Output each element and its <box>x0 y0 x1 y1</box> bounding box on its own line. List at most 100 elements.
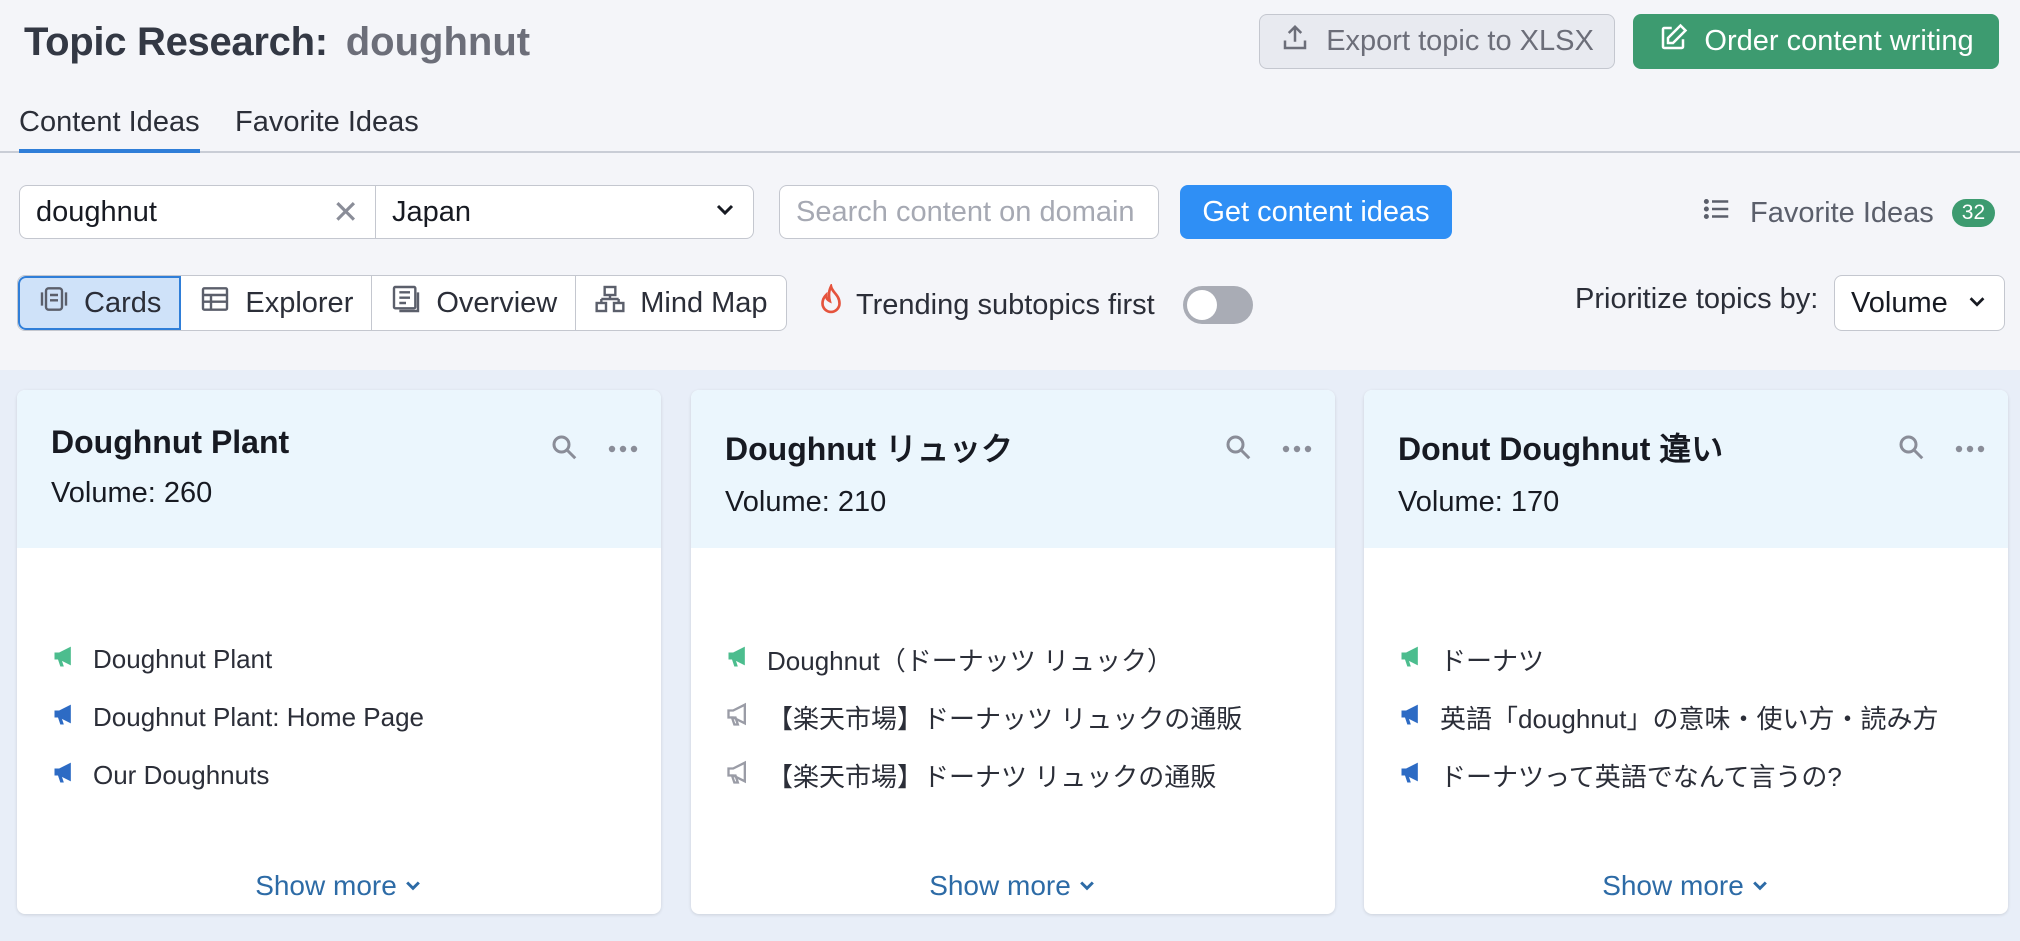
view-mindmap-button[interactable]: Mind Map <box>576 276 785 330</box>
headline-item[interactable]: Our Doughnuts <box>51 746 424 804</box>
show-more-link[interactable]: Show more <box>17 870 661 902</box>
headline-list: ドーナツ 英語「doughnut」の意味・使い方・読み方 ドーナツって英語でなん… <box>1398 630 1938 804</box>
volume-label: Volume: <box>1398 486 1503 518</box>
headline-list: Doughnut（ドーナッツ リュック） 【楽天市場】ドーナッツ リュックの通販… <box>725 630 1242 804</box>
volume-label: Volume: <box>725 486 830 518</box>
edit-icon <box>1658 23 1688 61</box>
view-overview-label: Overview <box>436 286 558 319</box>
keyword-input[interactable]: doughnut ✕ <box>20 186 376 238</box>
trending-toggle-group: Trending subtopics first <box>816 282 1253 326</box>
topic-card: Doughnut Plant Volume: 260 Doughnut Plan… <box>17 390 661 914</box>
topic-card-volume: Volume: 210 <box>725 486 1301 519</box>
topic-card-title: Donut Doughnut 違い <box>1398 431 1724 467</box>
headline-item[interactable]: Doughnut（ドーナッツ リュック） <box>725 630 1242 688</box>
more-icon[interactable] <box>1954 441 1986 459</box>
keyword-input-value: doughnut <box>36 195 157 228</box>
megaphone-icon <box>725 642 753 677</box>
topic-card: Doughnut リュック Volume: 210 Doughnut（ドーナッツ… <box>691 390 1335 914</box>
page-title: Topic Research: <box>24 19 328 64</box>
order-content-button[interactable]: Order content writing <box>1633 14 1999 69</box>
volume-value: 210 <box>837 486 887 518</box>
headline-text: 【楽天市場】ドーナッツ リュックの通販 <box>767 703 1243 734</box>
country-select[interactable]: Japan <box>376 186 753 238</box>
volume-value: 260 <box>163 477 213 509</box>
tab-content-ideas[interactable]: Content Ideas <box>19 106 200 153</box>
view-mindmap-label: Mind Map <box>640 286 768 319</box>
topic-card-actions <box>1896 432 1986 467</box>
fire-icon <box>816 282 846 326</box>
list-icon <box>1702 194 1732 232</box>
table-icon <box>199 283 231 323</box>
clear-icon[interactable]: ✕ <box>332 193 359 231</box>
show-more-link[interactable]: Show more <box>1364 870 2008 902</box>
page-title-keyword: doughnut <box>345 19 531 64</box>
headline-item[interactable]: 【楽天市場】ドーナッツ リュックの通販 <box>725 688 1242 746</box>
headline-item[interactable]: ドーナツって英語でなんて言うの? <box>1398 746 1938 804</box>
topic-card: Donut Doughnut 違い Volume: 170 ドーナツ 英語「do… <box>1364 390 2008 914</box>
favorite-ideas-label: Favorite Ideas <box>1750 196 1934 229</box>
megaphone-icon <box>51 642 79 677</box>
view-cards-button[interactable]: Cards <box>18 276 182 330</box>
show-more-label: Show more <box>255 870 397 901</box>
topic-card-volume: Volume: 260 <box>51 477 627 510</box>
favorite-count-badge: 32 <box>1951 199 1996 227</box>
headline-list: Doughnut Plant Doughnut Plant: Home Page… <box>51 630 424 804</box>
headline-text: ドーナツって英語でなんて言うの? <box>1440 761 1842 792</box>
chevron-down-icon <box>713 196 737 229</box>
chevron-down-icon <box>1966 287 1988 320</box>
get-content-ideas-button[interactable]: Get content ideas <box>1180 185 1452 239</box>
headline-item[interactable]: 【楽天市場】ドーナツ リュックの通販 <box>725 746 1242 804</box>
headline-item[interactable]: Doughnut Plant: Home Page <box>51 688 424 746</box>
megaphone-icon <box>1398 758 1426 793</box>
trending-label: Trending subtopics first <box>856 288 1155 321</box>
topic-card-header: Donut Doughnut 違い Volume: 170 <box>1364 390 2008 548</box>
export-xlsx-button[interactable]: Export topic to XLSX <box>1259 14 1615 69</box>
topic-card-header: Doughnut リュック Volume: 210 <box>691 390 1335 548</box>
volume-value: 170 <box>1510 486 1560 518</box>
topic-card-actions <box>549 432 639 467</box>
more-icon[interactable] <box>1281 441 1313 459</box>
chevron-down-icon <box>1077 870 1097 902</box>
tab-favorite-ideas[interactable]: Favorite Ideas <box>235 106 419 153</box>
headline-text: Doughnut Plant <box>93 643 273 674</box>
country-value: Japan <box>392 195 472 228</box>
topic-card-volume: Volume: 170 <box>1398 486 1974 519</box>
headline-item[interactable]: 英語「doughnut」の意味・使い方・読み方 <box>1398 688 1938 746</box>
more-icon[interactable] <box>607 441 639 459</box>
headline-item[interactable]: ドーナツ <box>1398 630 1938 688</box>
topic-card-actions <box>1223 432 1313 467</box>
view-explorer-button[interactable]: Explorer <box>181 276 373 330</box>
trending-toggle[interactable] <box>1182 286 1253 324</box>
overview-icon <box>390 283 422 323</box>
show-more-link[interactable]: Show more <box>691 870 1335 902</box>
prioritize-value: Volume <box>1851 286 1948 319</box>
megaphone-icon <box>51 700 79 735</box>
search-icon[interactable] <box>1896 432 1926 467</box>
view-overview-button[interactable]: Overview <box>372 276 577 330</box>
tab-bar: Content Ideas Favorite Ideas <box>0 96 2020 153</box>
domain-search-input[interactable]: Search content on domain <box>779 185 1159 239</box>
megaphone-outline-icon <box>725 700 753 735</box>
view-switcher: Cards Explorer Overview Mind Map <box>17 275 787 331</box>
mindmap-icon <box>594 283 626 323</box>
prioritize-label: Prioritize topics by: <box>1575 283 1819 315</box>
volume-label: Volume: <box>51 477 156 509</box>
view-cards-label: Cards <box>84 286 162 319</box>
headline-item[interactable]: Doughnut Plant <box>51 630 424 688</box>
topic-card-title: Doughnut リュック <box>725 431 1013 467</box>
topic-card-title: Doughnut Plant <box>51 424 290 460</box>
chevron-down-icon <box>1750 870 1770 902</box>
show-more-label: Show more <box>929 870 1071 901</box>
view-explorer-label: Explorer <box>245 286 354 319</box>
megaphone-icon <box>1398 700 1426 735</box>
favorite-ideas-link[interactable]: Favorite Ideas 32 <box>1702 193 1996 233</box>
search-icon[interactable] <box>549 432 579 467</box>
show-more-label: Show more <box>1602 870 1744 901</box>
headline-text: 【楽天市場】ドーナツ リュックの通販 <box>767 761 1217 792</box>
megaphone-icon <box>51 758 79 793</box>
search-group: doughnut ✕ Japan <box>19 185 754 239</box>
megaphone-outline-icon <box>725 758 753 793</box>
search-icon[interactable] <box>1223 432 1253 467</box>
prioritize-select[interactable]: Volume <box>1834 275 2005 331</box>
headline-text: Doughnut（ドーナッツ リュック） <box>767 645 1173 676</box>
